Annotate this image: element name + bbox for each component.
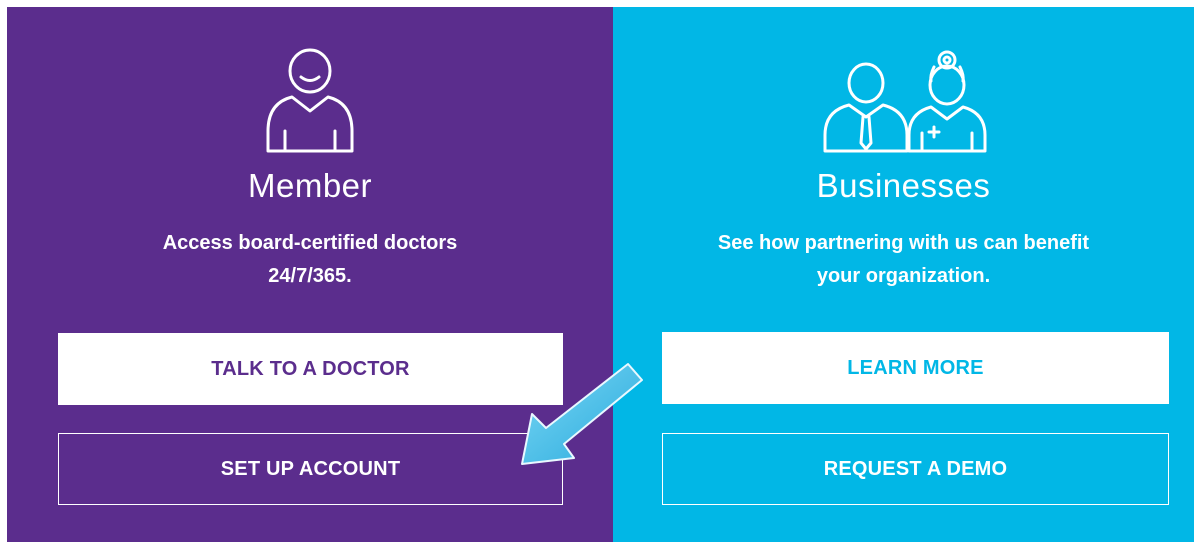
businesses-description: See how partnering with us can benefit y… <box>717 232 1090 287</box>
set-up-account-button[interactable]: SET UP ACCOUNT <box>58 433 563 505</box>
member-description: Access board-certified doctors 24/7/365. <box>162 232 458 287</box>
request-demo-button[interactable]: REQUEST A DEMO <box>662 433 1169 505</box>
businesses-panel: Businesses See how partnering with us ca… <box>613 7 1194 542</box>
member-person-icon <box>266 48 354 153</box>
businesses-title: Businesses <box>816 167 991 204</box>
talk-to-doctor-button[interactable]: TALK TO A DOCTOR <box>58 333 563 405</box>
learn-more-button[interactable]: LEARN MORE <box>662 332 1169 404</box>
business-people-icon <box>823 50 986 153</box>
member-title: Member <box>247 167 373 204</box>
businesses-icon-wrap <box>613 47 1194 164</box>
member-icon-wrap <box>7 47 613 162</box>
pointer-arrow-icon <box>521 363 643 465</box>
